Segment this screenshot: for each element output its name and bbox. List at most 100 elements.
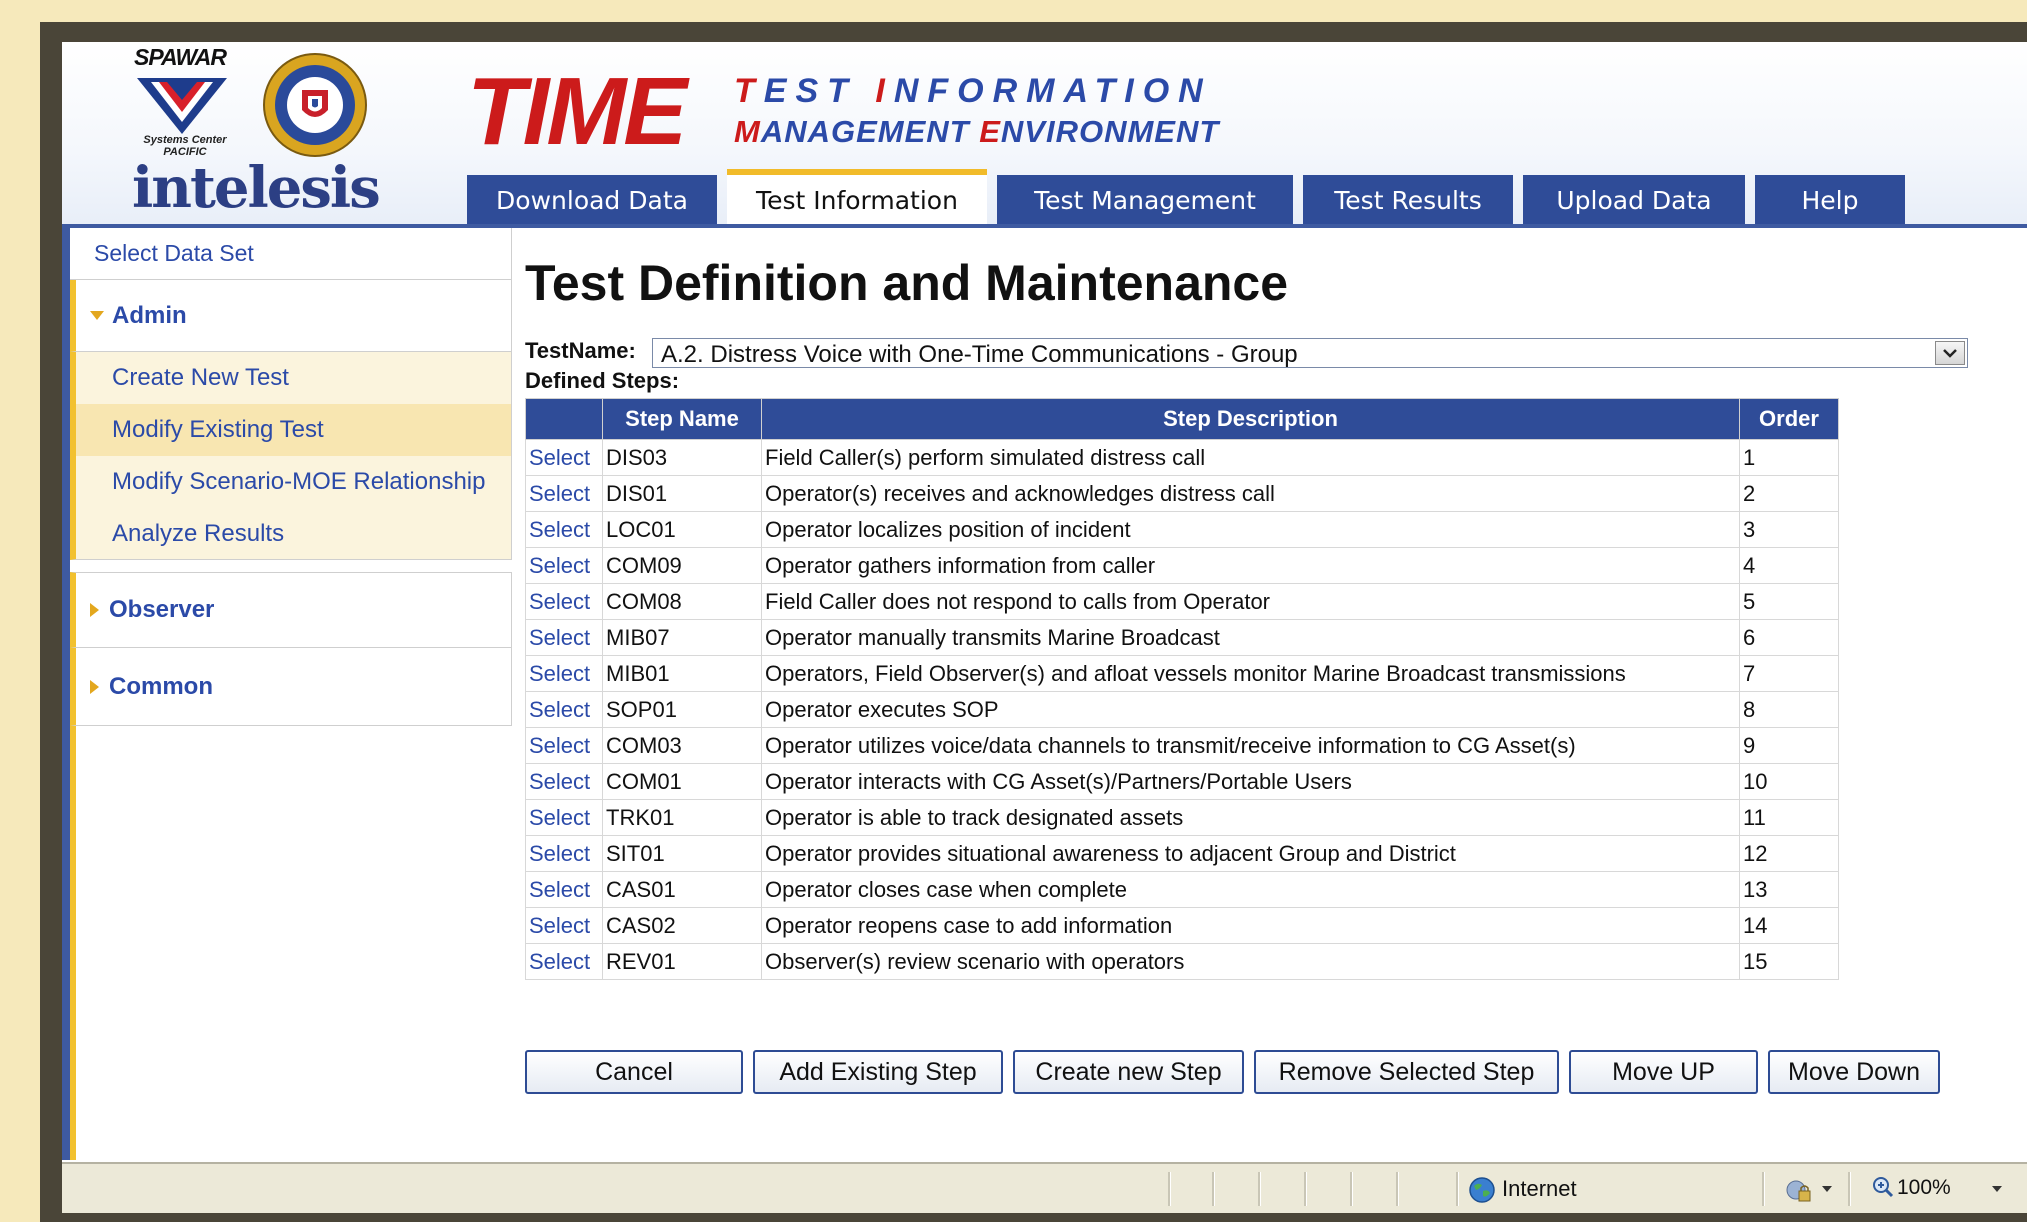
step-name-cell: CAS02 — [602, 907, 762, 944]
acquisition-directorate-seal-icon — [263, 53, 367, 157]
sidebar-item-analyze-results[interactable]: Analyze Results — [70, 508, 512, 560]
tab-test-management[interactable]: Test Management — [997, 175, 1293, 225]
select-link[interactable]: Select — [525, 871, 603, 908]
select-link[interactable]: Select — [525, 619, 603, 656]
status-divider — [1258, 1172, 1261, 1206]
step-name-cell: TRK01 — [602, 799, 762, 836]
select-link[interactable]: Select — [525, 799, 603, 836]
zoom-magnifier-icon — [1873, 1177, 1894, 1198]
sidebar-section-common-label: Common — [109, 672, 213, 700]
subtitle-cap-i: I — [875, 72, 894, 110]
select-link[interactable]: Select — [525, 907, 603, 944]
sidebar-section-admin-label: Admin — [112, 301, 187, 329]
cancel-button[interactable]: Cancel — [525, 1050, 743, 1094]
tab-download-data[interactable]: Download Data — [467, 175, 717, 225]
step-order-cell: 8 — [1739, 691, 1839, 728]
step-description-cell: Field Caller does not respond to calls f… — [761, 583, 1740, 620]
zoom-caret-icon[interactable] — [1992, 1186, 2002, 1192]
status-divider — [1350, 1172, 1353, 1206]
tab-help[interactable]: Help — [1755, 175, 1905, 225]
step-name-cell: MIB01 — [602, 655, 762, 692]
step-description-cell: Operator is able to track designated ass… — [761, 799, 1740, 836]
select-link[interactable]: Select — [525, 943, 603, 980]
sidebar-item-create-new-test[interactable]: Create New Test — [70, 352, 512, 404]
browser-status-bar: Internet 100% — [62, 1162, 2027, 1213]
select-link[interactable]: Select — [525, 727, 603, 764]
table-row: Select LOC01 Operator localizes position o… — [525, 511, 1839, 548]
step-name-cell: REV01 — [602, 943, 762, 980]
subtitle-cap-t: T — [734, 72, 764, 110]
step-name-cell: DIS01 — [602, 475, 762, 512]
time-subtitle-line1: TEST INFORMATION — [734, 72, 1212, 111]
table-row: Select DIS01 Operator(s) receives and ackn… — [525, 475, 1839, 512]
select-link[interactable]: Select — [525, 763, 603, 800]
sidebar-section-observer[interactable]: Observer — [70, 572, 512, 648]
testname-selected-value: A.2. Distress Voice with One-Time Commun… — [661, 341, 1298, 368]
step-order-cell: 2 — [1739, 475, 1839, 512]
move-up-button[interactable]: Move UP — [1569, 1050, 1758, 1094]
table-row: Select COM01 Operator interacts with CG As… — [525, 763, 1839, 800]
step-order-cell: 9 — [1739, 727, 1839, 764]
table-header-step-description: Step Description — [761, 398, 1740, 440]
step-description-cell: Operator interacts with CG Asset(s)/Part… — [761, 763, 1740, 800]
step-description-cell: Operator utilizes voice/data channels to… — [761, 727, 1740, 764]
app-header: SPAWAR Systems Center PACIFIC intelesis … — [62, 42, 2027, 225]
step-description-cell: Observer(s) review scenario with operato… — [761, 943, 1740, 980]
time-logo: TIME — [467, 58, 687, 165]
step-order-cell: 4 — [1739, 547, 1839, 584]
step-name-cell: DIS03 — [602, 439, 762, 476]
step-description-cell: Operator closes case when complete — [761, 871, 1740, 908]
status-divider — [1762, 1172, 1765, 1206]
step-name-cell: CAS01 — [602, 871, 762, 908]
table-header-select — [525, 398, 603, 440]
testname-select[interactable]: A.2. Distress Voice with One-Time Commun… — [652, 338, 1968, 368]
tab-test-results[interactable]: Test Results — [1303, 175, 1513, 225]
sidebar: Select Data Set Admin Create New Test Mo… — [62, 228, 512, 1213]
time-subtitle-line2: MANAGEMENT ENVIRONMENT — [734, 114, 1219, 150]
create-new-step-button[interactable]: Create new Step — [1013, 1050, 1244, 1094]
step-description-cell: Operator provides situational awareness … — [761, 835, 1740, 872]
select-link[interactable]: Select — [525, 655, 603, 692]
tab-test-information[interactable]: Test Information — [727, 169, 987, 225]
sidebar-section-admin[interactable]: Admin — [70, 280, 512, 352]
move-down-button[interactable]: Move Down — [1768, 1050, 1940, 1094]
step-description-cell: Operator localizes position of incident — [761, 511, 1740, 548]
table-row: Select DIS03 Field Caller(s) perform simul… — [525, 439, 1839, 476]
step-order-cell: 6 — [1739, 619, 1839, 656]
subtitle-rest-nvironment: NVIRONMENT — [1000, 114, 1220, 149]
globe-icon — [1469, 1177, 1495, 1203]
tab-upload-data[interactable]: Upload Data — [1523, 175, 1745, 225]
collapsed-arrow-icon — [90, 679, 99, 694]
status-divider — [1168, 1172, 1171, 1206]
select-link[interactable]: Select — [525, 547, 603, 584]
table-row: Select CAS02 Operator reopens case to add … — [525, 907, 1839, 944]
remove-selected-step-button[interactable]: Remove Selected Step — [1254, 1050, 1559, 1094]
table-row: Select COM03 Operator utilizes voice/data … — [525, 727, 1839, 764]
select-link[interactable]: Select — [525, 835, 603, 872]
step-name-cell: COM08 — [602, 583, 762, 620]
sidebar-item-modify-existing-test[interactable]: Modify Existing Test — [70, 404, 512, 456]
select-link[interactable]: Select — [525, 511, 603, 548]
select-link[interactable]: Select — [525, 691, 603, 728]
sidebar-item-select-data-set[interactable]: Select Data Set — [70, 228, 512, 280]
sidebar-section-common[interactable]: Common — [70, 648, 512, 726]
select-link[interactable]: Select — [525, 475, 603, 512]
table-row: Select COM08 Field Caller does not respond… — [525, 583, 1839, 620]
zoom-level-label[interactable]: 100% — [1897, 1176, 1951, 1200]
subtitle-cap-m: M — [734, 114, 761, 149]
step-description-cell: Operator reopens case to add information — [761, 907, 1740, 944]
add-existing-step-button[interactable]: Add Existing Step — [753, 1050, 1003, 1094]
dropdown-button[interactable] — [1935, 341, 1965, 365]
table-header-row: Step Name Step Description Order — [525, 398, 1839, 440]
sidebar-item-modify-scenario-moe[interactable]: Modify Scenario-MOE Relationship — [70, 456, 512, 508]
defined-steps-label: Defined Steps: — [525, 368, 680, 393]
select-link[interactable]: Select — [525, 439, 603, 476]
protected-mode-caret-icon[interactable] — [1822, 1186, 1832, 1192]
protected-mode-icon[interactable] — [1786, 1178, 1812, 1204]
select-link[interactable]: Select — [525, 583, 603, 620]
step-description-cell: Operator executes SOP — [761, 691, 1740, 728]
step-description-cell: Field Caller(s) perform simulated distre… — [761, 439, 1740, 476]
step-order-cell: 3 — [1739, 511, 1839, 548]
step-name-cell: LOC01 — [602, 511, 762, 548]
table-row: Select COM09 Operator gathers information … — [525, 547, 1839, 584]
